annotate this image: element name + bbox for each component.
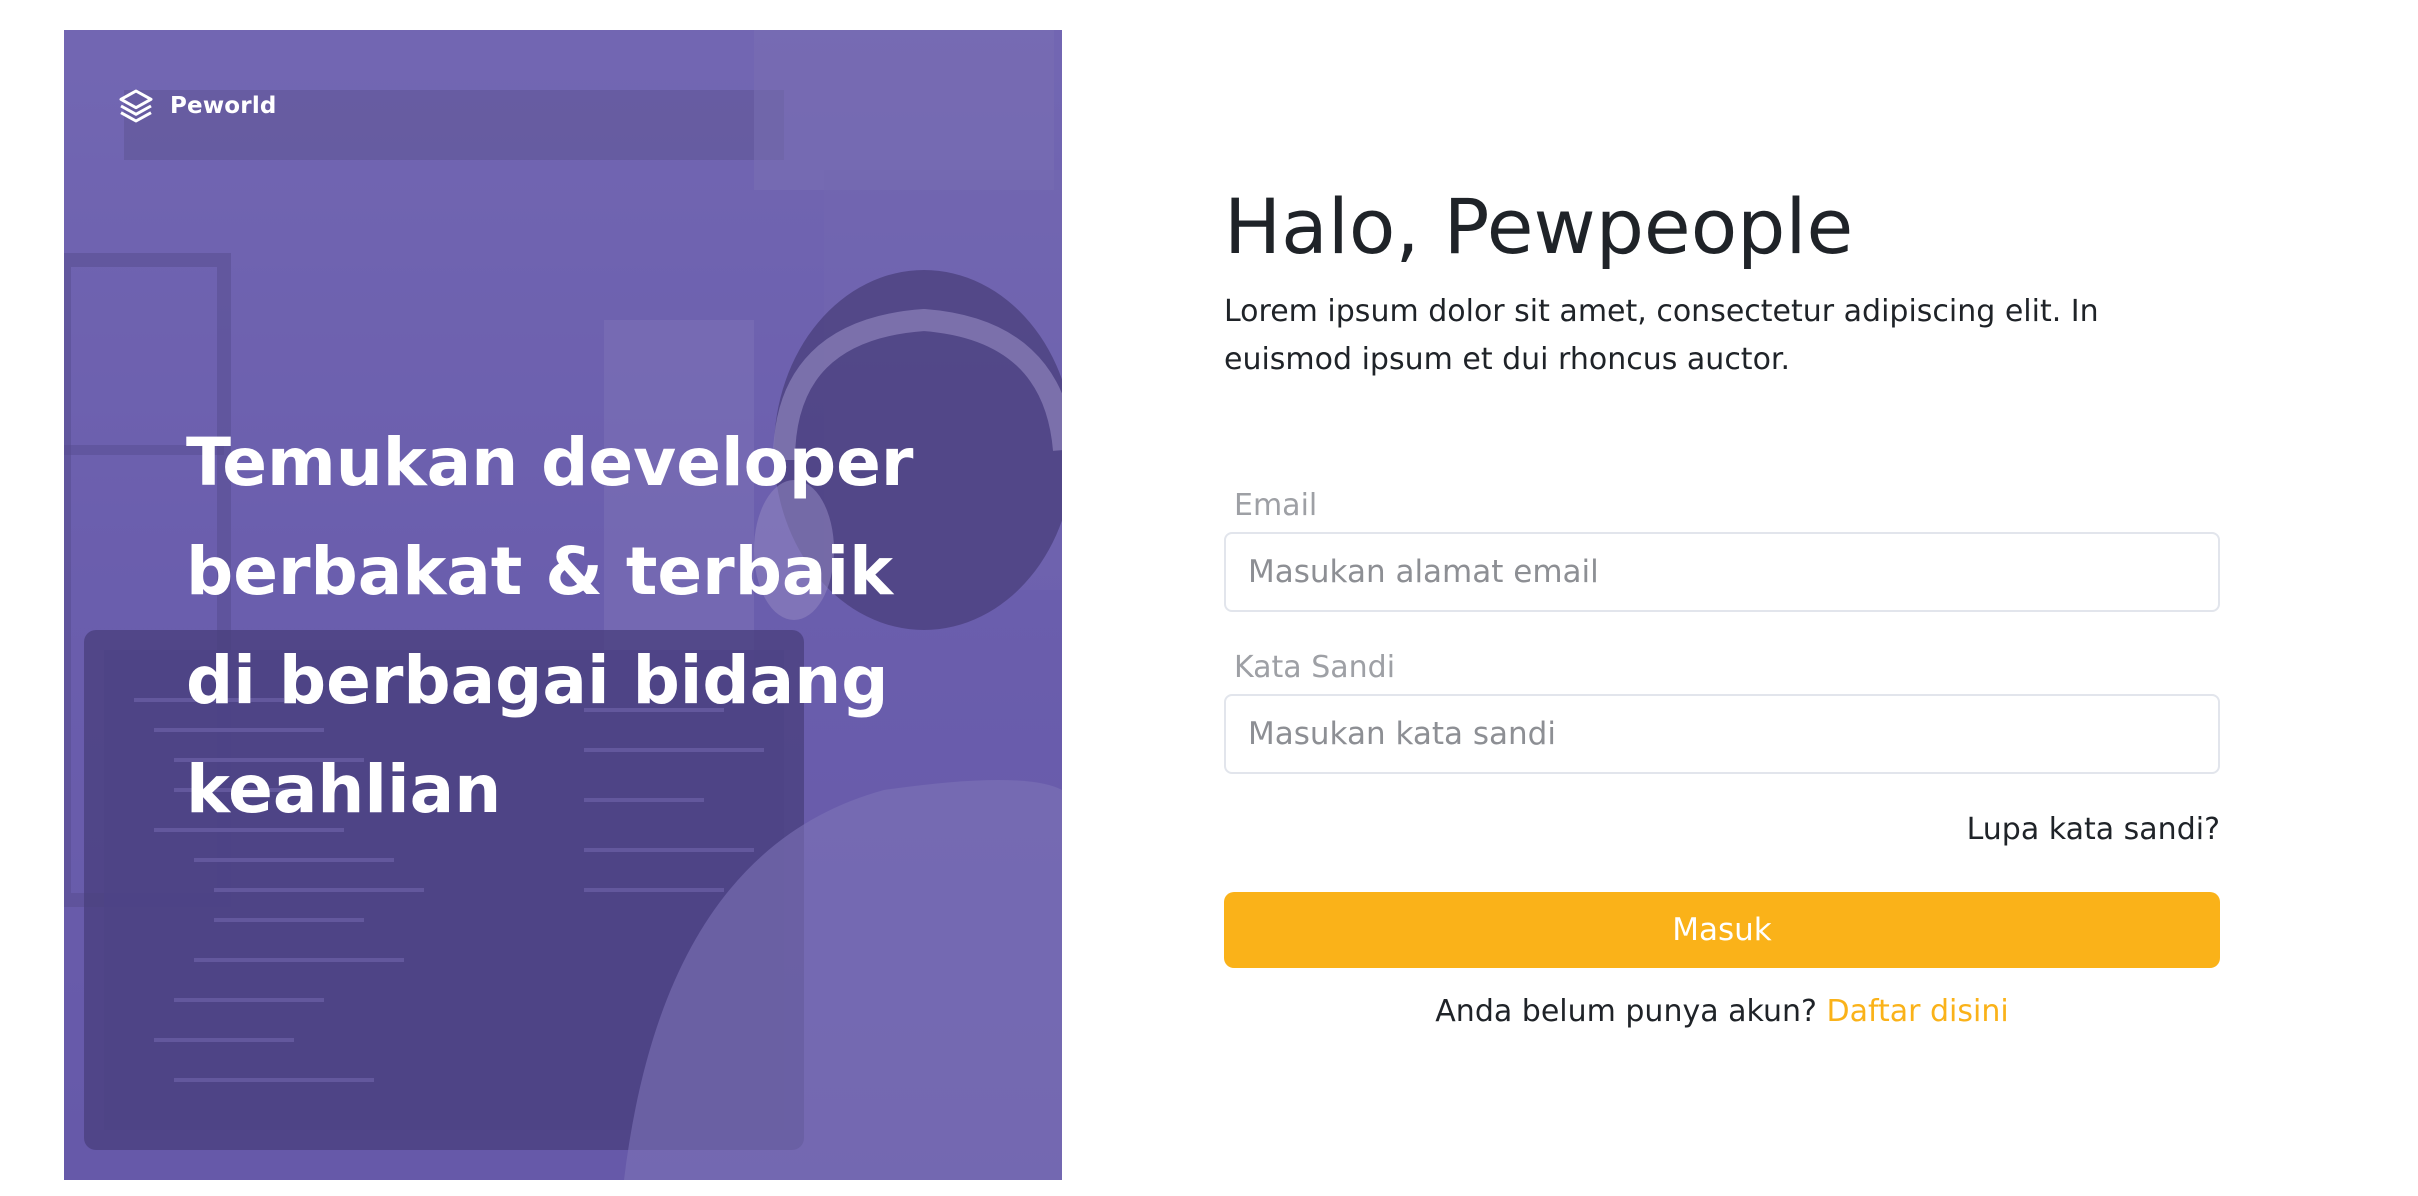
hero-headline-line: Temukan developer (186, 424, 914, 501)
hero-panel: Peworld Temukan developer berbakat & ter… (64, 30, 1062, 1180)
password-label: Kata Sandi (1234, 650, 1396, 685)
forgot-password-link[interactable]: Lupa kata sandi? (1967, 812, 2220, 847)
login-page: Peworld Temukan developer berbakat & ter… (0, 0, 2418, 1196)
layers-icon (116, 86, 156, 126)
register-prompt: Anda belum punya akun? Daftar disini (1224, 994, 2220, 1029)
register-link[interactable]: Daftar disini (1826, 994, 2008, 1029)
email-field[interactable] (1224, 532, 2220, 612)
page-subtitle: Lorem ipsum dolor sit amet, consectetur … (1224, 294, 2099, 377)
email-label: Email (1234, 488, 1318, 523)
register-prompt-text: Anda belum punya akun? (1435, 994, 1817, 1029)
page-title: Halo, Pewpeople (1224, 182, 1854, 271)
brand-name: Peworld (170, 93, 277, 119)
password-field[interactable] (1224, 694, 2220, 774)
hero-headline-line: di berbagai bidang (186, 642, 889, 719)
hero-headline-line: keahlian (186, 751, 502, 828)
hero-headline-line: berbakat & terbaik (186, 533, 893, 610)
login-button[interactable]: Masuk (1224, 892, 2220, 968)
hero-headline: Temukan developer berbakat & terbaik di … (186, 408, 946, 844)
brand-logo[interactable]: Peworld (116, 86, 277, 126)
